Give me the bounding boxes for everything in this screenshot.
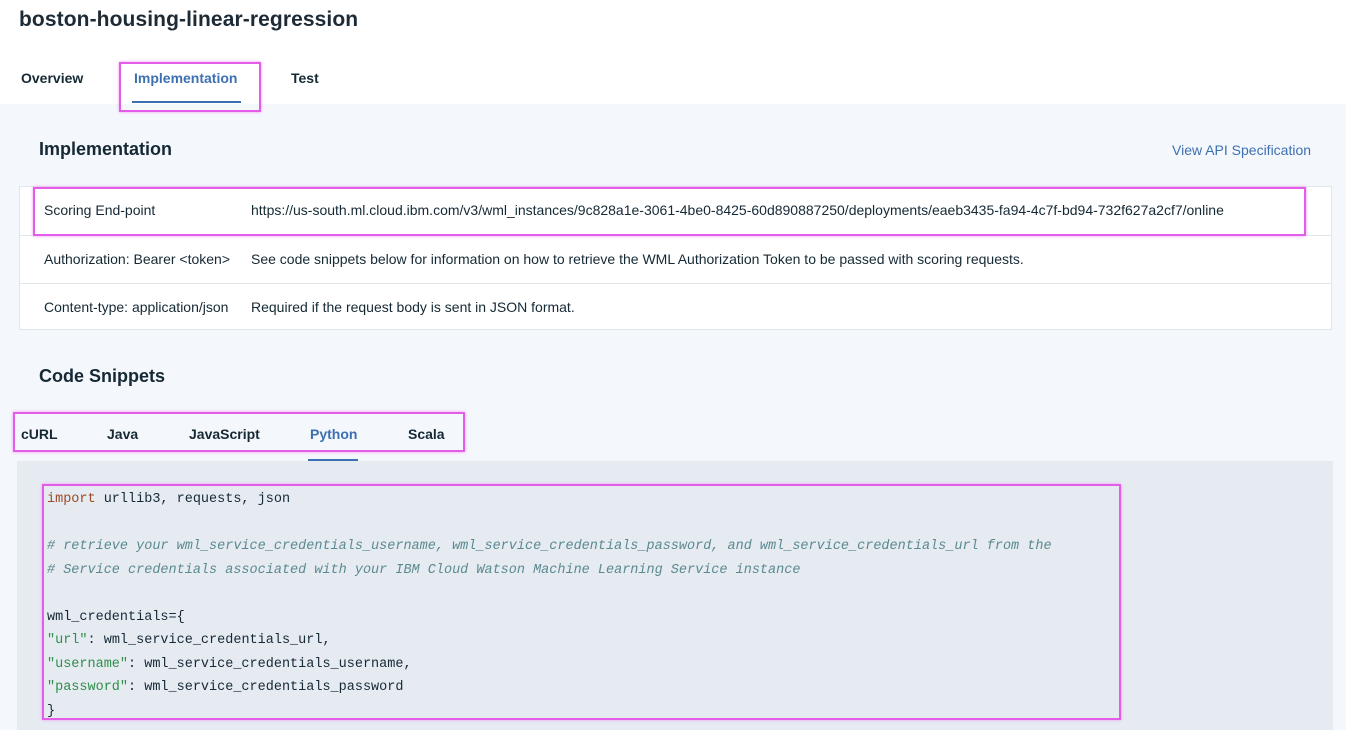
code-language-tabs: cURL Java JavaScript Python Scala bbox=[0, 416, 480, 460]
tab-test[interactable]: Test bbox=[291, 70, 319, 86]
table-row: Scoring End-point https://us-south.ml.cl… bbox=[20, 187, 1331, 235]
page-title: boston-housing-linear-regression bbox=[19, 8, 359, 31]
code-text: : wml_service_credentials_username, bbox=[128, 656, 412, 672]
code-text: wml_credentials={ bbox=[47, 609, 185, 625]
tab-java[interactable]: Java bbox=[107, 426, 138, 442]
code-text: urllib3, requests, json bbox=[95, 492, 291, 507]
top-tabs: Overview Implementation Test bbox=[0, 58, 1346, 104]
implementation-table: Scoring End-point https://us-south.ml.cl… bbox=[19, 186, 1332, 330]
tab-scala[interactable]: Scala bbox=[408, 426, 445, 442]
python-code-snippet[interactable]: import urllib3, requests, json # retriev… bbox=[47, 488, 1052, 723]
code-string: "url" bbox=[47, 633, 88, 648]
code-string: "password" bbox=[47, 680, 129, 695]
code-keyword: import bbox=[47, 492, 96, 507]
scoring-endpoint-url[interactable]: https://us-south.ml.cloud.ibm.com/v3/wml… bbox=[251, 202, 1224, 218]
row-value: See code snippets below for information … bbox=[251, 251, 1024, 267]
row-key: Scoring End-point bbox=[44, 202, 156, 218]
tab-implementation[interactable]: Implementation bbox=[134, 70, 237, 86]
code-text: : wml_service_credentials_password bbox=[128, 680, 404, 695]
code-string: "username" bbox=[47, 656, 129, 672]
table-row: Content-type: application/json Required … bbox=[20, 283, 1331, 332]
tab-javascript[interactable]: JavaScript bbox=[189, 426, 260, 442]
tab-overview[interactable]: Overview bbox=[21, 70, 83, 86]
code-comment: # Service credentials associated with yo… bbox=[47, 562, 801, 578]
table-row: Authorization: Bearer <token> See code s… bbox=[20, 235, 1331, 284]
row-value: Required if the request body is sent in … bbox=[251, 299, 575, 315]
code-comment: # retrieve your wml_service_credentials_… bbox=[47, 539, 1052, 554]
row-key: Authorization: Bearer <token> bbox=[44, 251, 231, 267]
implementation-heading: Implementation bbox=[39, 139, 173, 159]
row-key: Content-type: application/json bbox=[44, 299, 229, 315]
code-snippets-heading: Code Snippets bbox=[39, 366, 166, 386]
code-text: : wml_service_credentials_url, bbox=[87, 633, 331, 648]
active-tab-underline bbox=[132, 101, 241, 103]
code-text: } bbox=[47, 703, 56, 719]
tab-python[interactable]: Python bbox=[310, 426, 357, 442]
tab-curl[interactable]: cURL bbox=[21, 426, 58, 442]
view-api-specification-link[interactable]: View API Specification bbox=[1172, 142, 1311, 158]
